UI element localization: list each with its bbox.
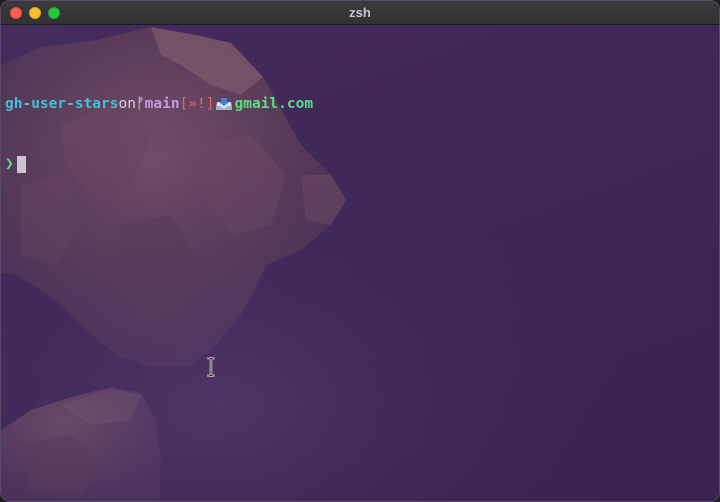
text-cursor xyxy=(16,155,26,173)
input-line[interactable]: ❯ xyxy=(5,154,313,174)
prompt-symbol: ❯ xyxy=(5,156,14,172)
git-branch-name: main xyxy=(144,96,180,112)
ibeam-mouse-cursor-icon xyxy=(207,357,215,377)
terminal-content[interactable]: gh-user-stars on ᚠ main [»!] gmail.com ❯ xyxy=(1,25,719,501)
git-status: [»!] xyxy=(179,96,215,112)
title-bar[interactable]: zsh xyxy=(1,1,719,25)
terminal-window: zsh gh-user-stars on ᚠ main [»!] gmail.c… xyxy=(0,0,720,502)
terminal-output: gh-user-stars on ᚠ main [»!] gmail.com ❯ xyxy=(5,54,313,214)
git-branch-icon: ᚠ xyxy=(135,96,145,112)
prompt-status-line: gh-user-stars on ᚠ main [»!] gmail.com xyxy=(5,94,313,114)
current-directory: gh-user-stars xyxy=(5,96,119,112)
inbox-tray-icon xyxy=(215,98,232,110)
window-title: zsh xyxy=(349,5,371,20)
git-user-email: gmail.com xyxy=(234,96,314,112)
on-label: on xyxy=(118,96,136,112)
